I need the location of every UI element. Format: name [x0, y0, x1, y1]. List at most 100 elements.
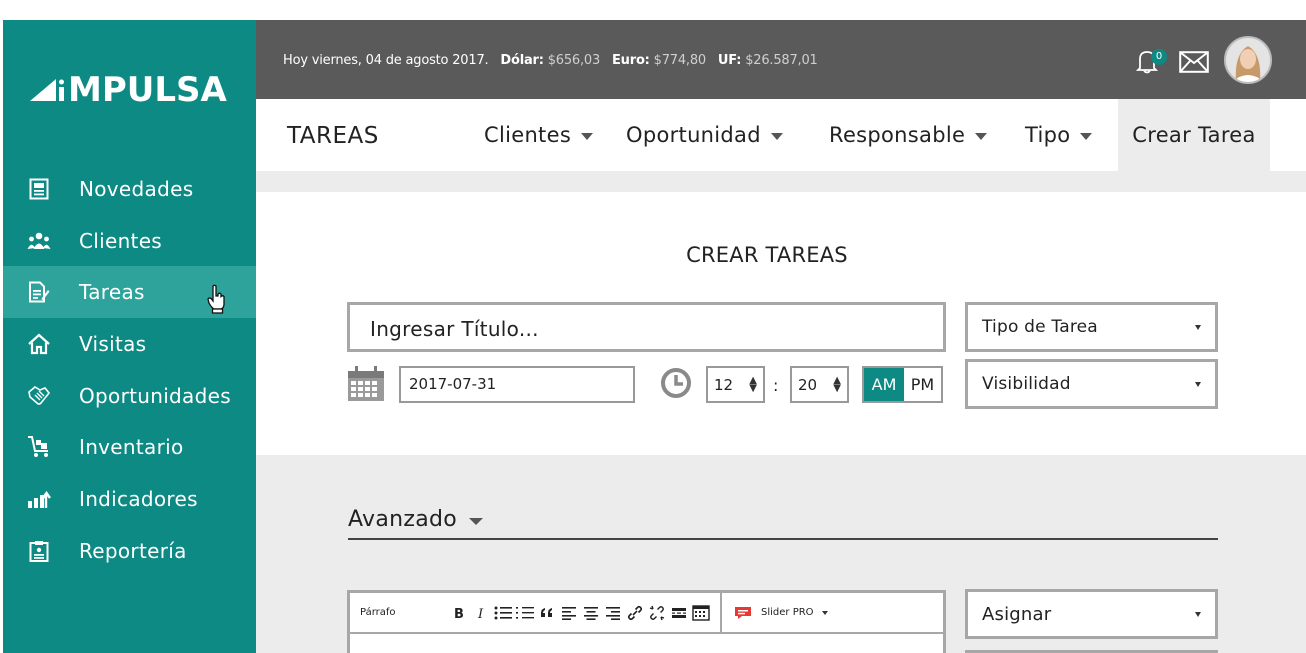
chat-bubble-icon [735, 606, 751, 619]
divider-strip [256, 171, 1306, 192]
rich-text-editor[interactable]: Párrafo B I Slider PRO [347, 590, 946, 653]
minute-value: 20 [798, 375, 818, 394]
brand-name: MPULSA [68, 70, 227, 110]
filter-responsable[interactable]: Responsable [829, 123, 988, 147]
toolbar-separator [720, 592, 722, 633]
sidebar: MPULSA Novedades Clientes Tareas Visitas… [3, 20, 256, 653]
sidebar-item-label: Novedades [79, 176, 194, 201]
home-icon [27, 332, 51, 356]
uf-label: UF: [717, 53, 742, 68]
notification-badge: 0 [1151, 49, 1167, 65]
assign-value: Asignar [982, 603, 1052, 625]
clipboard-icon [27, 539, 51, 563]
sidebar-item-reporteria[interactable]: Reportería [3, 525, 256, 577]
filter-oportunidad[interactable]: Oportunidad [626, 123, 783, 147]
stepper-arrows-icon[interactable]: ▲ ▼ [833, 375, 841, 393]
task-type-select[interactable]: Tipo de Tarea [965, 302, 1218, 352]
date-input[interactable]: 2017-07-31 [399, 366, 635, 403]
cart-icon [27, 435, 51, 459]
newspaper-icon [27, 177, 51, 201]
brand-logo[interactable]: MPULSA [30, 70, 227, 110]
am-button[interactable]: AM [864, 368, 904, 401]
section-nav: TAREAS Clientes Oportunidad Responsable … [256, 99, 1306, 171]
page-title: TAREAS [287, 123, 379, 149]
filter-label: Responsable [829, 123, 966, 147]
align-right-icon[interactable] [602, 603, 623, 623]
editor-toolbar: Párrafo B I Slider PRO [350, 592, 943, 634]
dolar-value: $656,03 [547, 53, 601, 68]
visibility-select[interactable]: Visibilidad [965, 359, 1218, 409]
hour-stepper[interactable]: 12 ▲ ▼ [706, 366, 765, 403]
advanced-label: Avanzado [348, 507, 458, 532]
sidebar-item-clientes[interactable]: Clientes [3, 215, 256, 267]
unlink-icon[interactable] [646, 603, 667, 623]
sidebar-item-indicadores[interactable]: Indicadores [3, 473, 256, 525]
align-left-icon[interactable] [558, 603, 579, 623]
calendar-icon[interactable] [347, 366, 385, 406]
dropdown-arrow-icon [1195, 381, 1201, 387]
sidebar-item-label: Oportunidades [79, 383, 231, 408]
sidebar-nav: Novedades Clientes Tareas Visitas Oportu… [3, 163, 256, 577]
sidebar-item-oportunidades[interactable]: Oportunidades [3, 370, 256, 422]
uf-value: $26.587,01 [745, 53, 818, 68]
logo-mark-icon [30, 79, 64, 101]
stepper-arrows-icon[interactable]: ▲ ▼ [749, 375, 757, 393]
euro-value: $774,80 [653, 53, 707, 68]
filter-clientes[interactable]: Clientes [484, 123, 594, 147]
clock-icon [660, 367, 692, 403]
sidebar-item-tareas[interactable]: Tareas [3, 266, 256, 319]
euro-label: Euro: [612, 53, 650, 68]
date-and-rates: Hoy viernes, 04 de agosto 2017. Dólar: $… [283, 53, 818, 68]
caret-down-icon [469, 518, 484, 525]
link-icon[interactable] [624, 603, 645, 623]
users-icon [27, 229, 51, 253]
advanced-divider [348, 538, 1218, 540]
assign-select[interactable]: Asignar [965, 589, 1218, 639]
hour-value: 12 [714, 375, 734, 394]
current-date: Hoy viernes, 04 de agosto 2017. [283, 53, 489, 68]
form-title: CREAR TAREAS [686, 243, 848, 267]
italic-icon[interactable]: I [470, 603, 491, 623]
bullet-list-icon[interactable] [492, 603, 513, 623]
hand-pointer-icon [207, 284, 227, 319]
align-center-icon[interactable] [580, 603, 601, 623]
sidebar-item-label: Visitas [79, 331, 147, 356]
sidebar-item-label: Tareas [79, 280, 145, 305]
dolar-label: Dólar: [500, 53, 544, 68]
mail-icon[interactable] [1179, 51, 1209, 77]
sidebar-item-label: Reportería [79, 538, 187, 563]
sidebar-item-visitas[interactable]: Visitas [3, 318, 256, 370]
bar-chart-icon [27, 487, 51, 511]
sidebar-item-novedades[interactable]: Novedades [3, 163, 256, 215]
create-task-button[interactable]: Crear Tarea [1118, 99, 1270, 171]
caret-down-icon [975, 133, 988, 140]
slider-pro-button[interactable]: Slider PRO [734, 606, 828, 620]
pm-button[interactable]: PM [904, 368, 941, 401]
time-separator: : [773, 376, 779, 395]
dropdown-arrow-icon [1195, 324, 1201, 330]
filter-label: Oportunidad [626, 123, 761, 147]
caret-down-icon [770, 133, 783, 140]
user-avatar-icon [1226, 38, 1270, 82]
caret-down-icon [581, 133, 594, 140]
advanced-toggle[interactable]: Avanzado [348, 507, 484, 532]
minute-stepper[interactable]: 20 ▲ ▼ [790, 366, 849, 403]
dropdown-arrow-icon [1195, 611, 1201, 617]
numbered-list-icon[interactable] [514, 603, 535, 623]
am-pm-toggle: AM PM [862, 366, 943, 403]
task-title-input[interactable]: Ingresar Título... [347, 302, 946, 352]
dropdown-arrow-icon [821, 610, 828, 615]
read-more-icon[interactable] [668, 603, 689, 623]
task-type-value: Tipo de Tarea [982, 317, 1098, 337]
sidebar-item-label: Clientes [79, 228, 163, 253]
filter-tipo[interactable]: Tipo [1025, 123, 1093, 147]
bold-icon[interactable]: B [448, 603, 469, 623]
top-bar: Hoy viernes, 04 de agosto 2017. Dólar: $… [256, 20, 1306, 99]
slider-pro-label: Slider PRO [761, 607, 814, 618]
toolbar-toggle-icon[interactable] [690, 603, 711, 623]
task-edit-icon [27, 280, 51, 304]
blockquote-icon[interactable] [536, 603, 557, 623]
sidebar-item-inventario[interactable]: Inventario [3, 421, 256, 473]
format-select[interactable]: Párrafo [360, 607, 448, 618]
avatar[interactable] [1224, 36, 1272, 84]
